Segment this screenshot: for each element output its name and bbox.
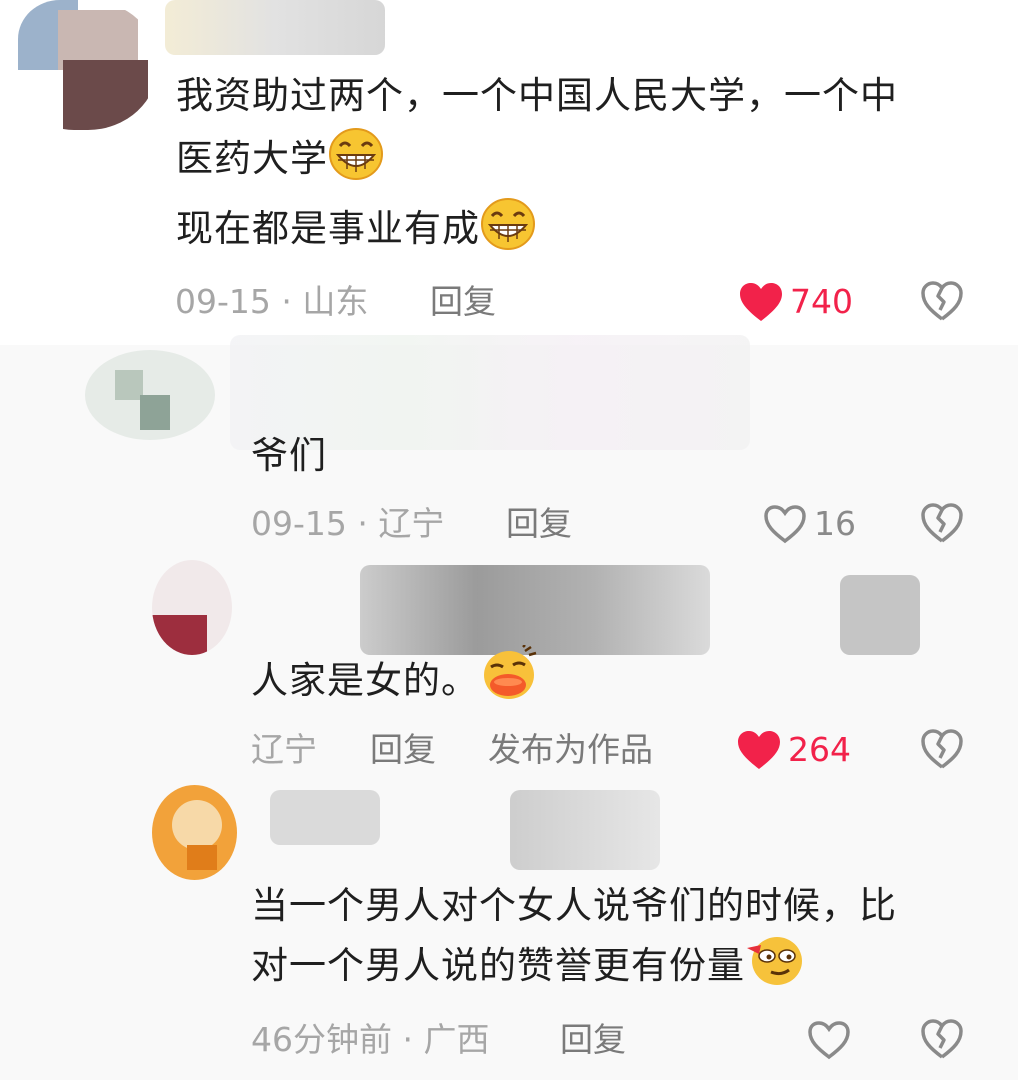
dislike-icon[interactable] [920,728,964,770]
comment-time-location: 46分钟前 · 广西 [251,1020,490,1059]
dislike-icon[interactable] [920,280,964,322]
comment-date-location: 09-15 · 辽宁 [251,504,445,543]
heart-filled-icon [740,283,782,321]
comment-text: 现在都是事业有成 [176,195,536,263]
like-count: 264 [788,730,851,769]
comment-text: 人家是女的。 [251,645,539,715]
like-button[interactable]: 264 [736,728,851,772]
comment-text-line: 人家是女的。 [251,659,479,702]
heart-outline-icon [808,1021,850,1060]
sly-face-emoji [747,937,802,985]
avatar[interactable] [152,560,232,655]
comment-location: 辽宁 [251,730,317,769]
dislike-icon[interactable] [920,502,964,544]
comment-text: 爷们 [251,434,327,477]
comment-text: 我资助过两个，一个中国人民大学，一个中 [176,74,898,117]
comment-date-location: 09-15 · 山东 [175,282,369,321]
reply-button[interactable]: 回复 [560,1018,626,1062]
heart-filled-icon [738,731,780,769]
username-blur [510,790,660,870]
publish-as-work-button[interactable]: 发布为作品 [488,728,653,772]
reply-button[interactable]: 回复 [430,280,496,324]
username-blur [165,0,385,55]
avatar[interactable] [18,0,158,130]
comment-text: 对一个男人说的赞誉更有份量 [251,932,805,1000]
like-button[interactable]: 740 [738,280,853,324]
like-button[interactable]: 16 [762,502,856,546]
like-count: 740 [790,282,853,321]
comment-text-line: 现在都是事业有成 [176,207,480,250]
reply-button[interactable]: 回复 [370,728,436,772]
username-blur [840,575,920,655]
grin-emoji [481,198,535,250]
comment-text: 当一个男人对个女人说爷们的时候，比 [251,884,897,927]
username-blur [360,565,710,655]
heart-outline-icon [764,505,806,544]
avatar[interactable] [152,785,237,880]
username-blur [270,790,380,845]
dislike-icon[interactable] [920,1018,964,1060]
like-button[interactable] [806,1018,852,1062]
comment-text: 医药大学 [176,125,384,193]
comment-text-line: 对一个男人说的赞誉更有份量 [251,944,745,987]
comment-list: 我资助过两个，一个中国人民大学，一个中 医药大学 现在都是事业有成 09-15 … [0,0,1018,1080]
like-count: 16 [814,504,856,543]
reply-button[interactable]: 回复 [506,502,572,546]
comment-text-line: 医药大学 [176,137,328,180]
avatar[interactable] [85,350,215,440]
smug-duck-emoji [484,645,537,699]
grin-emoji [329,128,383,180]
